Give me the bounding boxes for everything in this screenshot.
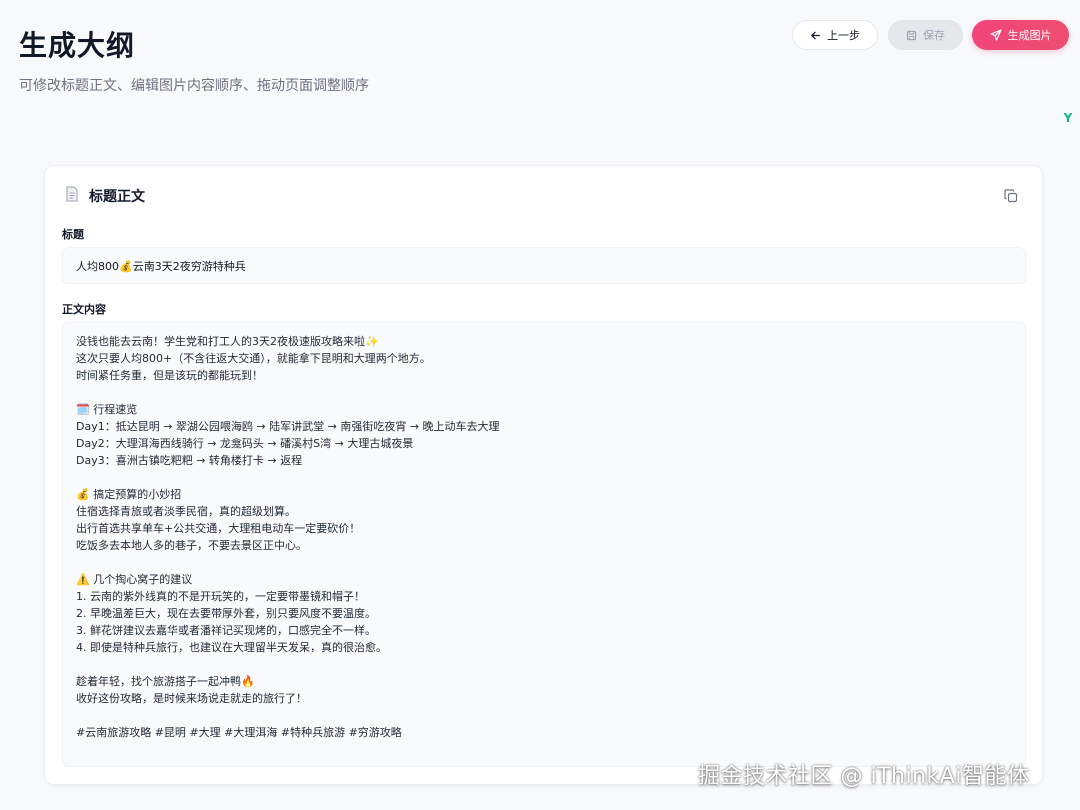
content-line — [76, 469, 1012, 486]
page-subtitle: 可修改标题正文、编辑图片内容顺序、拖动页面调整顺序 — [19, 78, 369, 94]
content-line: 趁着年轻，找个旅游搭子一起冲鸭🔥 — [76, 675, 255, 688]
content-line: 时间紧任务重，但是该玩的都能玩到！ — [76, 369, 263, 382]
back-button-label: 上一步 — [827, 29, 860, 42]
floppy-disk-icon — [906, 30, 917, 41]
content-line: ⚠️ 几个掏心窝子的建议 — [76, 573, 193, 586]
back-button[interactable]: 上一步 — [792, 20, 878, 50]
arrow-left-icon — [810, 30, 821, 41]
content-line: 4. 即使是特种兵旅行，也建议在大理留半天发呆，真的很治愈。 — [76, 641, 387, 654]
content-line: 吃饭多去本地人多的巷子，不要去景区正中心。 — [76, 539, 307, 552]
content-line — [76, 656, 1012, 673]
watermark: 掘金技术社区 @ iThinkAi智能体 — [698, 764, 1030, 789]
content-line: 收好这份攻略，是时候来场说走就走的旅行了！ — [76, 692, 307, 705]
content-line: #云南旅游攻略 #昆明 #大理 #大理洱海 #特种兵旅游 #穷游攻略 — [76, 726, 402, 739]
content-line: Day2：大理洱海西线骑行 → 龙龛码头 → 磻溪村S湾 → 大理古城夜景 — [76, 437, 414, 450]
save-button[interactable]: 保存 — [888, 20, 963, 50]
content-line — [76, 384, 1012, 401]
content-line: Day3：喜洲古镇吃粑粑 → 转角楼打卡 → 返程 — [76, 454, 303, 467]
content-line: 这次只要人均800+（不含往返大交通），就能拿下昆明和大理两个地方。 — [76, 352, 431, 365]
content-line: 3. 鲜花饼建议去嘉华或者潘祥记买现烤的，口感完全不一样。 — [76, 624, 376, 637]
content-line — [76, 554, 1012, 571]
content-line: 2. 早晚温差巨大，现在去要带厚外套，别只要风度不要温度。 — [76, 607, 376, 620]
document-icon — [65, 186, 79, 206]
copy-icon — [1004, 188, 1018, 207]
card-title: 标题正文 — [89, 189, 145, 205]
save-button-label: 保存 — [923, 29, 945, 42]
title-content-card: 标题正文 标题 人均800💰云南3天2夜穷游特种兵 正文内容 没钱也能去云南！学… — [44, 165, 1043, 785]
title-input[interactable]: 人均800💰云南3天2夜穷游特种兵 — [62, 247, 1026, 284]
content-line: 🗓️ 行程速览 — [76, 403, 138, 416]
extension-badge-icon[interactable]: Y — [1060, 110, 1076, 126]
page-header: 生成大纲 可修改标题正文、编辑图片内容顺序、拖动页面调整顺序 上一步 保存 生成… — [0, 0, 1080, 120]
title-field-label: 标题 — [62, 228, 84, 241]
title-input-value: 人均800💰云南3天2夜穷游特种兵 — [76, 259, 246, 273]
content-line: Day1：抵达昆明 → 翠湖公园喂海鸥 → 陆军讲武堂 → 南强街吃夜宵 → 晚… — [76, 420, 500, 433]
content-line: 出行首选共享单车+公共交通，大理租电动车一定要砍价！ — [76, 522, 361, 535]
content-line — [76, 707, 1012, 724]
content-line: 1. 云南的紫外线真的不是开玩笑的，一定要带墨镜和帽子！ — [76, 590, 365, 603]
content-line: 💰 搞定预算的小妙招 — [76, 488, 182, 501]
page-title: 生成大纲 — [19, 29, 136, 62]
generate-image-button[interactable]: 生成图片 — [972, 20, 1069, 50]
send-icon — [989, 29, 1002, 41]
generate-button-label: 生成图片 — [1007, 29, 1052, 42]
copy-button[interactable] — [1004, 188, 1020, 204]
content-field-label: 正文内容 — [62, 303, 106, 316]
content-textarea[interactable]: 没钱也能去云南！学生党和打工人的3天2夜极速版攻略来啦✨ 这次只要人均800+（不… — [62, 322, 1026, 767]
content-line: 没钱也能去云南！学生党和打工人的3天2夜极速版攻略来啦✨ — [76, 335, 379, 348]
card-header: 标题正文 — [65, 186, 145, 206]
content-line: 住宿选择青旅或者淡季民宿，真的超级划算。 — [76, 505, 296, 518]
